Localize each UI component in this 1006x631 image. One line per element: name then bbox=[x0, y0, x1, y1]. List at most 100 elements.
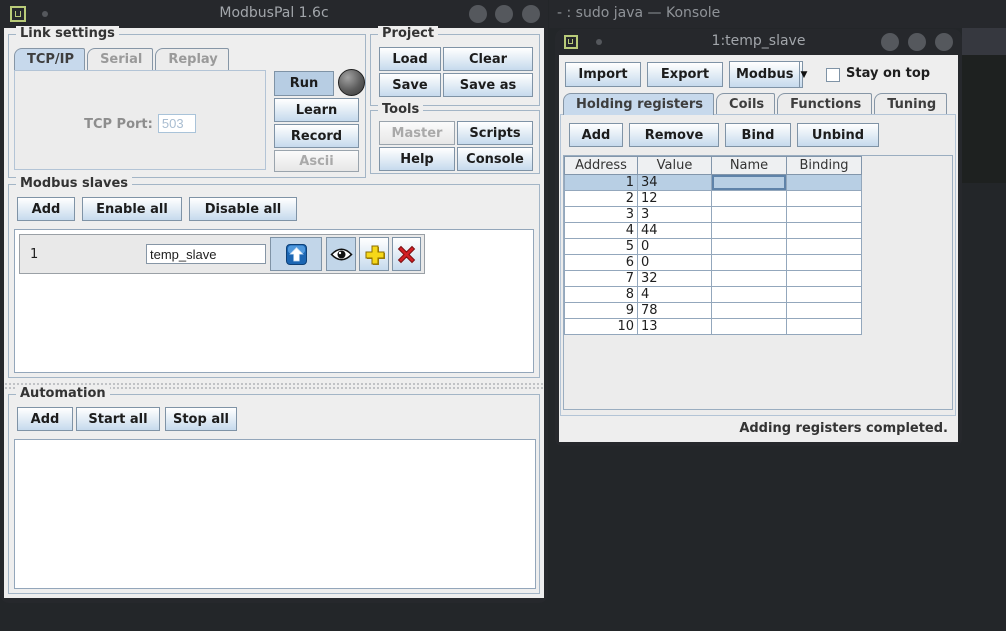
cell-value[interactable]: 0 bbox=[638, 239, 712, 255]
register-row[interactable]: 84 bbox=[565, 287, 862, 303]
record-button[interactable]: Record bbox=[274, 124, 359, 148]
cell-name[interactable] bbox=[712, 255, 787, 271]
tab-functions[interactable]: Functions bbox=[777, 93, 872, 115]
modbuspal-titlebar[interactable]: ModbusPal 1.6c bbox=[0, 0, 548, 28]
cell-binding[interactable] bbox=[787, 223, 862, 239]
export-button[interactable]: Export bbox=[647, 62, 723, 87]
stay-on-top-checkbox[interactable] bbox=[826, 68, 840, 82]
cell-value[interactable]: 0 bbox=[638, 255, 712, 271]
protocol-combobox[interactable]: Modbus ▼ bbox=[729, 61, 803, 88]
cell-value[interactable]: 78 bbox=[638, 303, 712, 319]
tab-tuning[interactable]: Tuning bbox=[874, 93, 947, 115]
slave-add-registers-button[interactable] bbox=[359, 237, 389, 271]
cell-address[interactable]: 6 bbox=[565, 255, 638, 271]
save-button[interactable]: Save bbox=[379, 73, 441, 97]
cell-value[interactable]: 12 bbox=[638, 191, 712, 207]
window-button[interactable] bbox=[908, 33, 926, 51]
cell-binding[interactable] bbox=[787, 287, 862, 303]
slave-view-button[interactable] bbox=[326, 237, 356, 271]
cell-name[interactable] bbox=[712, 287, 787, 303]
column-header-address[interactable]: Address bbox=[565, 157, 638, 175]
cell-address[interactable]: 10 bbox=[565, 319, 638, 335]
clear-button[interactable]: Clear bbox=[443, 47, 533, 71]
tcp-port-field[interactable] bbox=[158, 114, 196, 133]
cell-binding[interactable] bbox=[787, 191, 862, 207]
cell-name[interactable] bbox=[712, 239, 787, 255]
cell-name[interactable] bbox=[712, 207, 787, 223]
slave-enable-toggle[interactable] bbox=[270, 237, 322, 271]
cell-name[interactable] bbox=[712, 175, 787, 191]
console-button[interactable]: Console bbox=[457, 147, 533, 171]
cell-value[interactable]: 13 bbox=[638, 319, 712, 335]
register-row[interactable]: 33 bbox=[565, 207, 862, 223]
tab-tcpip[interactable]: TCP/IP bbox=[14, 48, 85, 70]
add-automation-button[interactable]: Add bbox=[17, 407, 73, 431]
cell-name[interactable] bbox=[712, 319, 787, 335]
column-header-value[interactable]: Value bbox=[638, 157, 712, 175]
column-header-binding[interactable]: Binding bbox=[787, 157, 862, 175]
cell-value[interactable]: 32 bbox=[638, 271, 712, 287]
cell-name[interactable] bbox=[712, 223, 787, 239]
cell-binding[interactable] bbox=[787, 175, 862, 191]
window-button[interactable] bbox=[469, 5, 487, 23]
cell-value[interactable]: 3 bbox=[638, 207, 712, 223]
cell-binding[interactable] bbox=[787, 319, 862, 335]
import-button[interactable]: Import bbox=[565, 62, 641, 87]
enable-all-button[interactable]: Enable all bbox=[82, 197, 182, 221]
register-row[interactable]: 978 bbox=[565, 303, 862, 319]
learn-button[interactable]: Learn bbox=[274, 98, 359, 122]
cell-value[interactable]: 44 bbox=[638, 223, 712, 239]
tab-coils[interactable]: Coils bbox=[716, 93, 775, 115]
cell-binding[interactable] bbox=[787, 255, 862, 271]
cell-address[interactable]: 7 bbox=[565, 271, 638, 287]
register-row[interactable]: 212 bbox=[565, 191, 862, 207]
window-button[interactable] bbox=[881, 33, 899, 51]
window-button[interactable] bbox=[935, 33, 953, 51]
cell-binding[interactable] bbox=[787, 271, 862, 287]
master-button[interactable]: Master bbox=[379, 121, 455, 145]
cell-address[interactable]: 8 bbox=[565, 287, 638, 303]
column-header-name[interactable]: Name bbox=[712, 157, 787, 175]
cell-address[interactable]: 9 bbox=[565, 303, 638, 319]
register-row[interactable]: 50 bbox=[565, 239, 862, 255]
temp-slave-titlebar[interactable]: 1:temp_slave bbox=[555, 29, 962, 55]
register-row[interactable]: 60 bbox=[565, 255, 862, 271]
window-button[interactable] bbox=[495, 5, 513, 23]
cell-address[interactable]: 5 bbox=[565, 239, 638, 255]
disable-all-button[interactable]: Disable all bbox=[189, 197, 297, 221]
register-row[interactable]: 444 bbox=[565, 223, 862, 239]
start-all-button[interactable]: Start all bbox=[76, 407, 160, 431]
tab-holding-registers[interactable]: Holding registers bbox=[563, 93, 714, 115]
tab-replay[interactable]: Replay bbox=[155, 48, 228, 70]
remove-register-button[interactable]: Remove bbox=[629, 123, 719, 147]
add-slave-button[interactable]: Add bbox=[17, 197, 75, 221]
cell-name[interactable] bbox=[712, 191, 787, 207]
register-row[interactable]: 732 bbox=[565, 271, 862, 287]
cell-address[interactable]: 4 bbox=[565, 223, 638, 239]
register-row[interactable]: 134 bbox=[565, 175, 862, 191]
slave-delete-button[interactable] bbox=[392, 237, 421, 271]
slave-name-field[interactable] bbox=[146, 244, 266, 264]
save-as-button[interactable]: Save as bbox=[443, 73, 533, 97]
stop-all-button[interactable]: Stop all bbox=[165, 407, 237, 431]
register-row[interactable]: 1013 bbox=[565, 319, 862, 335]
cell-address[interactable]: 2 bbox=[565, 191, 638, 207]
cell-address[interactable]: 3 bbox=[565, 207, 638, 223]
window-button[interactable] bbox=[522, 5, 540, 23]
scripts-button[interactable]: Scripts bbox=[457, 121, 533, 145]
ascii-button[interactable]: Ascii bbox=[274, 150, 359, 172]
add-register-button[interactable]: Add bbox=[569, 123, 623, 147]
cell-name[interactable] bbox=[712, 271, 787, 287]
cell-binding[interactable] bbox=[787, 239, 862, 255]
help-button[interactable]: Help bbox=[379, 147, 455, 171]
load-button[interactable]: Load bbox=[379, 47, 441, 71]
run-button[interactable]: Run bbox=[274, 71, 334, 96]
bind-button[interactable]: Bind bbox=[725, 123, 791, 147]
cell-name[interactable] bbox=[712, 303, 787, 319]
registers-table[interactable]: Address Value Name Binding 1342123344450… bbox=[564, 156, 862, 335]
cell-value[interactable]: 34 bbox=[638, 175, 712, 191]
cell-binding[interactable] bbox=[787, 303, 862, 319]
cell-value[interactable]: 4 bbox=[638, 287, 712, 303]
tab-serial[interactable]: Serial bbox=[87, 48, 153, 70]
unbind-button[interactable]: Unbind bbox=[797, 123, 879, 147]
